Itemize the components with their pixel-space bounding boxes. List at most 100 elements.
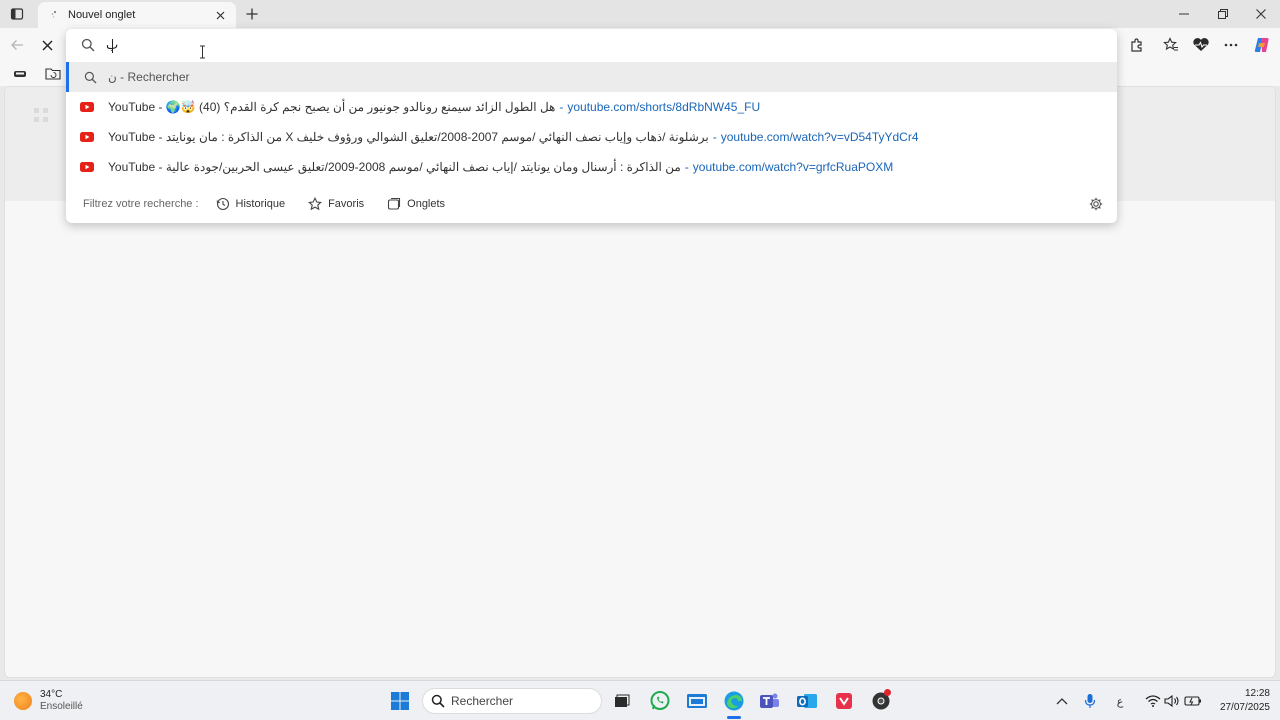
tabs-icon (386, 196, 402, 212)
ibeam-cursor-icon (200, 45, 205, 59)
wifi-icon (1145, 695, 1161, 707)
suggestion-separator: - (712, 130, 717, 144)
search-icon (431, 694, 445, 708)
microphone-button[interactable] (1080, 691, 1100, 711)
windows-logo-icon (391, 692, 409, 710)
history-icon (215, 196, 231, 212)
suggestion-title: YouTube - من الذاكرة : مان يونايتد X برش… (108, 130, 709, 144)
weather-widget[interactable]: 34°C Ensoleillé (14, 687, 83, 715)
outlook-icon (797, 694, 817, 708)
task-view-button[interactable] (610, 689, 634, 713)
youtube-icon (80, 130, 94, 144)
address-input[interactable] (106, 35, 1066, 55)
edge-icon (724, 691, 744, 711)
chevron-up-icon (1056, 698, 1068, 705)
suggestion-url: youtube.com/watch?v=grfcRuaPOXM (692, 160, 894, 174)
weather-temp: 34°C (40, 689, 63, 700)
filters-label: Filtrez votre recherche : (83, 198, 199, 210)
extensions-button[interactable] (1126, 34, 1148, 56)
notification-badge (884, 689, 891, 696)
search-icon (83, 70, 97, 84)
settings-more-button[interactable] (1220, 34, 1242, 56)
network-button[interactable] (1143, 691, 1163, 711)
clock-time: 12:28 (1244, 688, 1270, 699)
filter-tabs-label: Onglets (407, 198, 446, 210)
favorite-item-1[interactable] (9, 64, 31, 84)
puzzle-icon (1131, 38, 1142, 52)
plus-icon (246, 8, 258, 20)
clock[interactable]: 12:28 27/07/2025 (1208, 687, 1270, 715)
clock-date: 27/07/2025 (1219, 702, 1270, 713)
outlook-app[interactable] (795, 689, 819, 713)
close-window-button[interactable] (1242, 2, 1280, 26)
battery-icon (1184, 696, 1201, 706)
battery-button[interactable] (1183, 691, 1203, 711)
address-bar[interactable] (66, 29, 1117, 61)
address-bar-dropdown: ن - Rechercher YouTube - 🌍🤯 هل الطول الز… (66, 29, 1117, 223)
taskbar-search[interactable]: Rechercher (422, 688, 602, 714)
weather-desc: Ensoleillé (40, 701, 83, 712)
whatsapp-icon (650, 691, 670, 710)
search-filters: Filtrez votre recherche : Historique Fav… (66, 189, 1117, 219)
text-caret (112, 39, 113, 53)
taskbar-search-label: Rechercher (451, 694, 514, 708)
edge-app[interactable] (722, 689, 746, 713)
car-icon (14, 71, 26, 77)
whatsapp-app[interactable] (648, 689, 672, 713)
copilot-button[interactable] (1251, 34, 1273, 56)
filter-history-button[interactable]: Historique (215, 196, 286, 212)
filter-tabs-button[interactable]: Onglets (386, 196, 445, 212)
start-button[interactable] (388, 689, 412, 713)
suggestion-separator: - (684, 160, 689, 174)
tab-close-icon[interactable] (212, 7, 228, 23)
back-button[interactable] (6, 34, 28, 56)
history-suggestion[interactable]: YouTube - من الذاكرة : أرسنال ومان يوناي… (66, 152, 1117, 182)
stop-icon (42, 40, 52, 50)
favorites-button[interactable] (1160, 34, 1182, 56)
youtube-icon (80, 100, 94, 114)
title-bar: Nouvel onglet (0, 0, 1280, 28)
file-explorer-app[interactable] (685, 689, 709, 713)
maximize-button[interactable] (1204, 2, 1242, 26)
minimize-button[interactable] (1165, 2, 1203, 26)
stop-loading-button[interactable] (36, 34, 58, 56)
taskbar: 34°C Ensoleillé Rechercher ع 12:28 27/07… (0, 680, 1280, 720)
ime-label: ع (1116, 695, 1124, 708)
filter-favorites-label: Favoris (328, 198, 365, 210)
restore-icon (1218, 9, 1228, 19)
browser-essentials-button[interactable] (1190, 34, 1212, 56)
microphone-icon (1084, 694, 1096, 708)
copilot-icon (1254, 38, 1269, 52)
back-arrow-icon (11, 40, 23, 50)
search-suggestion-text: ن - Rechercher (108, 70, 190, 84)
speaker-icon (1164, 695, 1179, 707)
close-icon (1256, 9, 1266, 19)
history-suggestion[interactable]: YouTube - 🌍🤯 هل الطول الزائد سيمنع رونال… (66, 92, 1117, 122)
filter-favorites-button[interactable]: Favoris (307, 196, 364, 212)
tab-title: Nouvel onglet (68, 9, 136, 21)
teams-app[interactable] (758, 689, 782, 713)
pinned-app[interactable] (832, 689, 856, 713)
volume-button[interactable] (1162, 691, 1182, 711)
apps-icon[interactable] (29, 103, 53, 127)
tab-actions-icon (10, 8, 24, 20)
tab-new-tab[interactable]: Nouvel onglet (38, 2, 236, 28)
search-suggestion[interactable]: ن - Rechercher (66, 62, 1117, 92)
suggestion-url: youtube.com/shorts/8dRbNW45_FU (567, 100, 761, 114)
suggestion-url: youtube.com/watch?v=vD54TyYdCr4 (720, 130, 919, 144)
explorer-icon (687, 694, 707, 708)
tab-actions-button[interactable] (6, 4, 28, 24)
heart-pulse-icon (1193, 38, 1209, 51)
suggestion-title: YouTube - 🌍🤯 هل الطول الزائد سيمنع رونال… (108, 100, 556, 114)
search-settings-button[interactable] (1087, 195, 1105, 213)
favorite-folder[interactable] (42, 64, 64, 84)
youtube-icon (80, 160, 94, 174)
suggestion-title: YouTube - من الذاكرة : أرسنال ومان يوناي… (108, 160, 681, 174)
filter-history-label: Historique (235, 198, 286, 210)
history-suggestion[interactable]: YouTube - من الذاكرة : مان يونايتد X برش… (66, 122, 1117, 152)
input-language-indicator[interactable]: ع (1110, 691, 1130, 711)
gear-icon (1089, 197, 1103, 211)
suggestion-separator: - (559, 100, 564, 114)
new-tab-button[interactable] (242, 4, 262, 24)
show-hidden-icons-button[interactable] (1052, 691, 1072, 711)
